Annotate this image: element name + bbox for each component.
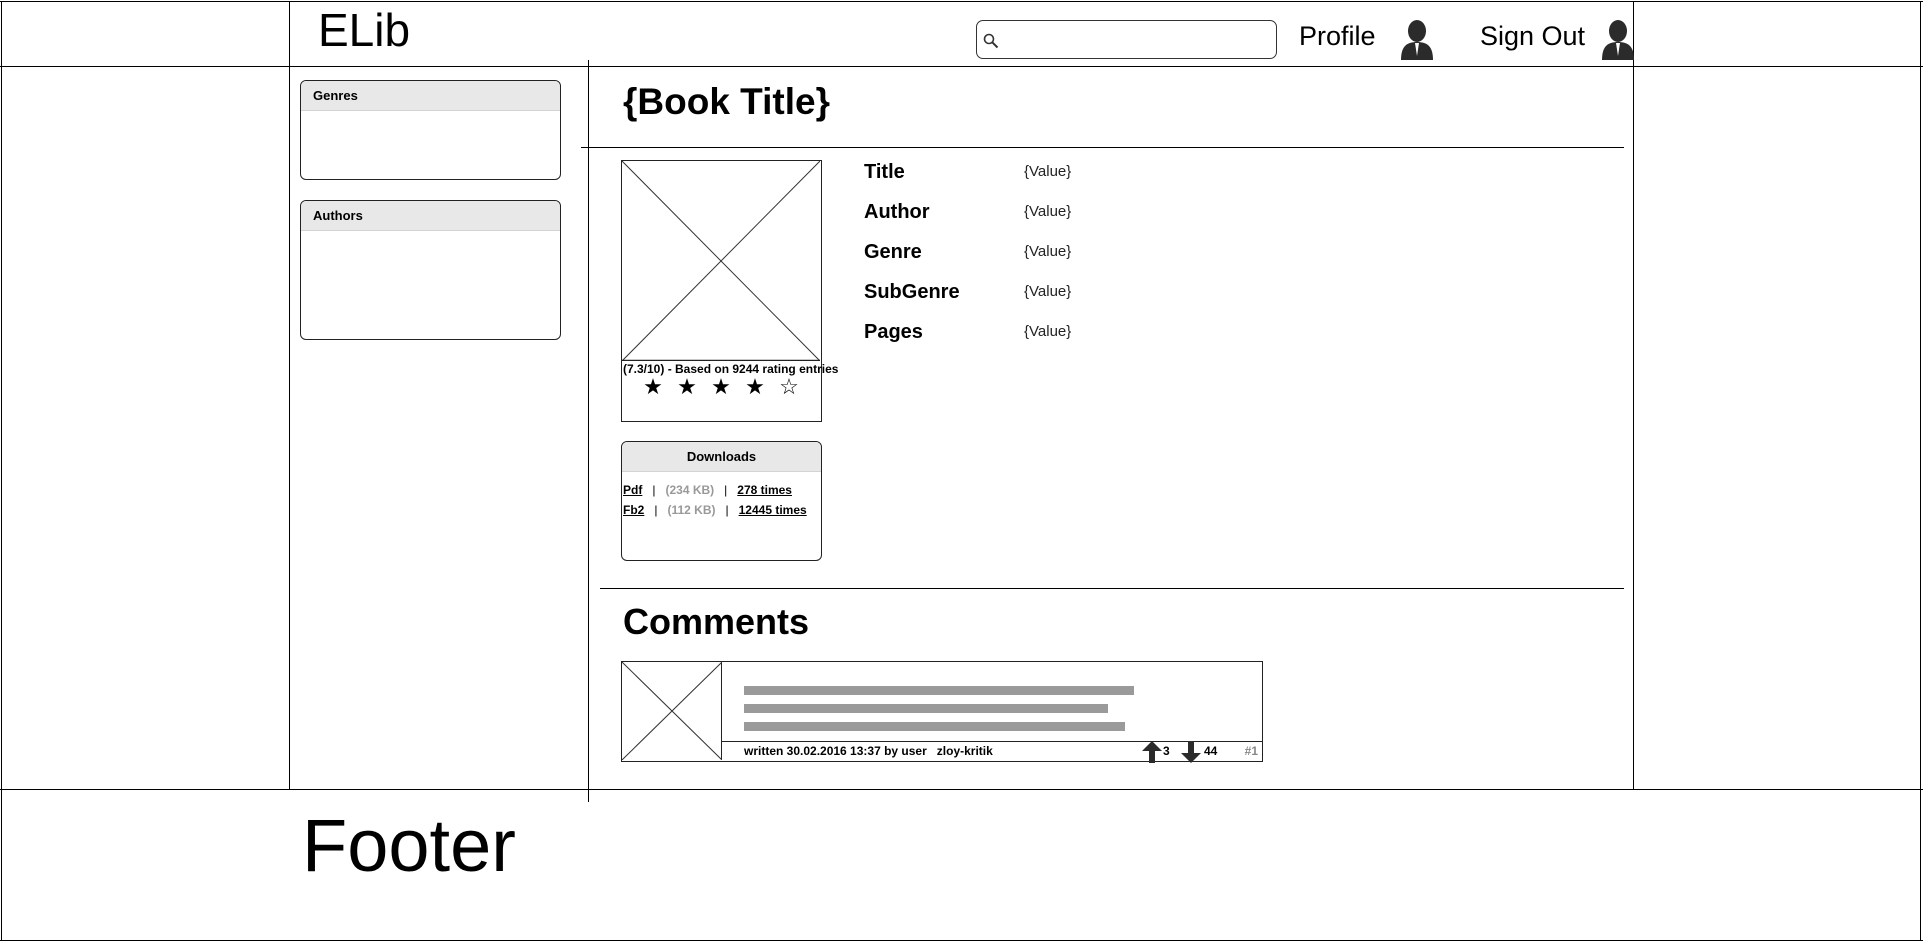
comment-avatar [621, 661, 723, 761]
search-input[interactable] [976, 20, 1277, 59]
comments-divider [600, 588, 1624, 589]
profile-avatar-icon[interactable] [1395, 16, 1439, 60]
signout-avatar-icon[interactable] [1596, 16, 1640, 60]
image-placeholder-icon [622, 161, 820, 361]
separator: | [654, 503, 658, 517]
comment-meta: written 30.02.2016 13:37 by user zloy-kri… [744, 744, 993, 758]
property-value-title: {Value} [1024, 163, 1072, 180]
download-count[interactable]: 278 times [737, 483, 792, 497]
star-icon[interactable]: ★ [636, 374, 670, 400]
page-left-border [1, 1, 2, 941]
download-pdf-link[interactable]: Pdf [623, 483, 642, 497]
star-rating[interactable]: ★ ★ ★ ★ ☆ [636, 374, 806, 400]
container-right-border [1633, 1, 1634, 790]
comment-text-placeholder [744, 704, 1108, 713]
star-icon[interactable]: ★ [738, 374, 772, 400]
upvote-count: 3 [1163, 744, 1170, 758]
separator: | [652, 483, 656, 497]
property-value-genre: {Value} [1024, 243, 1072, 260]
arrow-up-icon[interactable] [1142, 741, 1162, 763]
star-icon[interactable]: ☆ [772, 374, 806, 400]
file-size: (112 KB) [667, 503, 716, 517]
separator: | [724, 483, 728, 497]
search-icon [983, 33, 999, 49]
container-left-border [289, 1, 290, 790]
comment-text-placeholder [744, 686, 1134, 695]
title-divider [581, 147, 1624, 148]
star-icon[interactable]: ★ [670, 374, 704, 400]
page-right-border [1920, 1, 1921, 941]
comment-date-author: written 30.02.2016 13:37 by user [744, 744, 927, 758]
arrow-down-icon[interactable] [1181, 741, 1201, 763]
property-value-author: {Value} [1024, 203, 1072, 220]
book-title: {Book Title} [623, 81, 830, 122]
comment-text-placeholder [744, 722, 1125, 731]
signout-link[interactable]: Sign Out [1480, 20, 1585, 52]
genres-panel-title: Genres [301, 81, 560, 111]
downvote-count: 44 [1204, 744, 1218, 758]
download-fb2-link[interactable]: Fb2 [623, 503, 644, 517]
property-label-pages: Pages [864, 321, 923, 343]
comment-number: #1 [1244, 744, 1258, 758]
property-label-title: Title [864, 161, 905, 183]
profile-link[interactable]: Profile [1299, 20, 1376, 52]
downloads-title: Downloads [622, 442, 821, 472]
download-row: Fb2 | (112 KB) | 12445 times [623, 503, 807, 517]
download-row: Pdf | (234 KB) | 278 times [623, 483, 792, 497]
downloads-panel: Downloads Pdf | (234 KB) | 278 times Fb2 | (11… [621, 441, 822, 561]
comment-user-link[interactable]: zloy-kritik [937, 744, 993, 758]
sidebar-divider [588, 60, 589, 802]
file-size: (234 KB) [665, 483, 715, 497]
property-value-pages: {Value} [1024, 323, 1072, 340]
property-value-subgenre: {Value} [1024, 283, 1072, 300]
genres-panel: Genres [300, 80, 561, 180]
authors-panel-title: Authors [301, 201, 560, 231]
comments-title: Comments [623, 601, 810, 642]
property-label-subgenre: SubGenre [864, 281, 960, 303]
star-icon[interactable]: ★ [704, 374, 738, 400]
app-logo[interactable]: ELib [318, 4, 410, 56]
separator: | [725, 503, 729, 517]
image-placeholder-icon [621, 661, 723, 761]
search-field[interactable] [1003, 25, 1271, 53]
property-label-genre: Genre [864, 241, 922, 263]
footer-label: Footer [302, 804, 516, 887]
authors-panel: Authors [300, 200, 561, 340]
property-label-author: Author [864, 201, 930, 223]
comment-card: written 30.02.2016 13:37 by user zloy-kri… [621, 661, 1263, 763]
page-bottom-border [0, 940, 1923, 941]
download-count[interactable]: 12445 times [739, 503, 807, 517]
